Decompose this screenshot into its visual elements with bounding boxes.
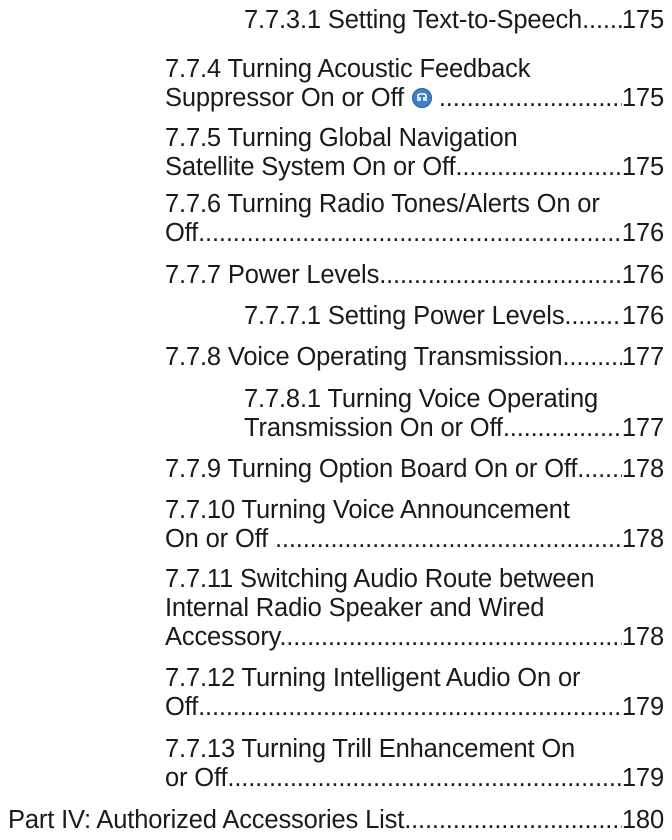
toc-entry[interactable]: 7.7.7.1 Setting Power Levels............…	[244, 299, 664, 330]
toc-entry-title: 7.7.8 Voice Operating Transmission......…	[165, 343, 622, 371]
toc-entry[interactable]: 7.7.5 Turning Global Navigation Satellit…	[165, 121, 664, 181]
toc-entry[interactable]: 7.7.8.1 Turning Voice Operating Transmis…	[244, 382, 664, 442]
toc-page-number: 177	[621, 414, 664, 442]
toc-entry-title-continued: Off.....................................…	[165, 693, 622, 721]
toc-entry-title-continued: Accessory...............................…	[165, 623, 622, 651]
toc-page-number: 177	[621, 343, 664, 371]
toc-entry[interactable]: 7.7.3.1 Setting Text-to-Speech..........…	[244, 3, 664, 34]
toc-entry-title: 7.7.7 Power Levels......................…	[165, 261, 622, 289]
toc-entry[interactable]: 7.7.11 Switching Audio Route between Int…	[165, 562, 664, 651]
toc-entry-title: Part IV: Authorized Accessories List....…	[8, 806, 622, 834]
toc-entry-title: 7.7.7.1 Setting Power Levels............…	[244, 302, 622, 330]
toc-page-number: 175	[621, 153, 664, 181]
toc-page-number: 175	[621, 6, 664, 34]
toc-page-number: 179	[621, 764, 664, 792]
toc-entry[interactable]: 7.7.12 Turning Intelligent Audio On or O…	[165, 661, 664, 721]
toc-entry[interactable]: Part IV: Authorized Accessories List....…	[8, 803, 664, 834]
toc-entry-title-continued: Transmission On or Off..................…	[244, 414, 622, 442]
toc-page-number: 178	[621, 525, 664, 553]
toc-page-number: 178	[621, 455, 664, 483]
toc-page-number: 178	[621, 623, 664, 651]
toc-entry[interactable]: 7.7.6 Turning Radio Tones/Alerts On or O…	[165, 187, 664, 247]
toc-entry-title-continued: On or Off ..............................…	[165, 525, 622, 553]
toc-entry-title: 7.7.3.1 Setting Text-to-Speech..........…	[244, 6, 622, 34]
toc-page-number: 176	[621, 302, 664, 330]
toc-entry-title: 7.7.9 Turning Option Board On or Off....…	[165, 455, 622, 483]
toc-entry[interactable]: 7.7.9 Turning Option Board On or Off....…	[165, 452, 664, 483]
toc-entry[interactable]: 7.7.8 Voice Operating Transmission......…	[165, 340, 664, 371]
toc-entry[interactable]: 7.7.7 Power Levels......................…	[165, 258, 664, 289]
toc-entry-title-continued: Satellite System On or Off..............…	[165, 153, 622, 181]
toc-page-number: 175	[621, 84, 664, 112]
premium-feature-icon	[411, 88, 432, 108]
toc-entry-title-continued: Off.....................................…	[165, 219, 622, 247]
toc-entry-title-continued: or Off..................................…	[165, 764, 622, 792]
toc-page-number: 179	[621, 693, 664, 721]
toc-entry[interactable]: 7.7.13 Turning Trill Enhancement On or O…	[165, 732, 664, 792]
toc-page-number: 180	[621, 806, 664, 834]
toc-entry[interactable]: 7.7.10 Turning Voice Announcement On or …	[165, 493, 664, 553]
toc-page-number: 176	[621, 219, 664, 247]
toc-entry[interactable]: 7.7.4 Turning Acoustic Feedback Suppress…	[165, 52, 664, 112]
toc-page-number: 176	[621, 261, 664, 289]
toc-entry-title-continued: Suppressor On or Off ...................…	[165, 84, 622, 112]
